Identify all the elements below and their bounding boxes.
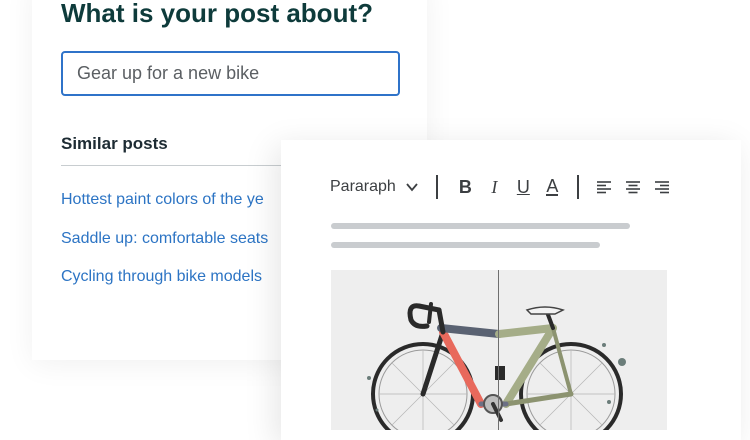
editor-toolbar: Pararaph B I U A bbox=[330, 174, 677, 200]
similar-posts-heading: Similar posts bbox=[61, 134, 168, 153]
bicycle-illustration bbox=[367, 302, 626, 430]
align-center-icon[interactable] bbox=[619, 174, 648, 200]
chevron-down-icon bbox=[406, 183, 418, 192]
post-topic-input[interactable] bbox=[61, 51, 400, 96]
bold-button[interactable]: B bbox=[451, 174, 480, 200]
similar-post-link[interactable]: Cycling through bike models bbox=[61, 268, 262, 286]
bike-image[interactable] bbox=[331, 270, 667, 430]
toolbar-separator bbox=[576, 175, 579, 199]
toolbar-separator bbox=[435, 175, 438, 199]
align-right-icon[interactable] bbox=[648, 174, 677, 200]
text-placeholder-line bbox=[331, 242, 600, 248]
similar-post-link[interactable]: Hottest paint colors of the ye bbox=[61, 191, 264, 209]
text-color-label: A bbox=[546, 176, 559, 196]
text-color-button[interactable]: A bbox=[538, 174, 567, 200]
underline-button[interactable]: U bbox=[509, 174, 538, 200]
paragraph-style-select[interactable]: Pararaph bbox=[330, 178, 419, 196]
page-title: What is your post about? bbox=[61, 0, 373, 28]
text-placeholder-line bbox=[331, 223, 630, 229]
image-split-line bbox=[498, 270, 499, 430]
similar-post-link[interactable]: Saddle up: comfortable seats bbox=[61, 230, 268, 248]
italic-label: I bbox=[491, 176, 498, 197]
underline-label: U bbox=[516, 176, 530, 197]
italic-button[interactable]: I bbox=[480, 174, 509, 200]
align-left-icon[interactable] bbox=[590, 174, 619, 200]
bold-label: B bbox=[458, 176, 472, 197]
paragraph-style-label: Pararaph bbox=[330, 178, 396, 195]
